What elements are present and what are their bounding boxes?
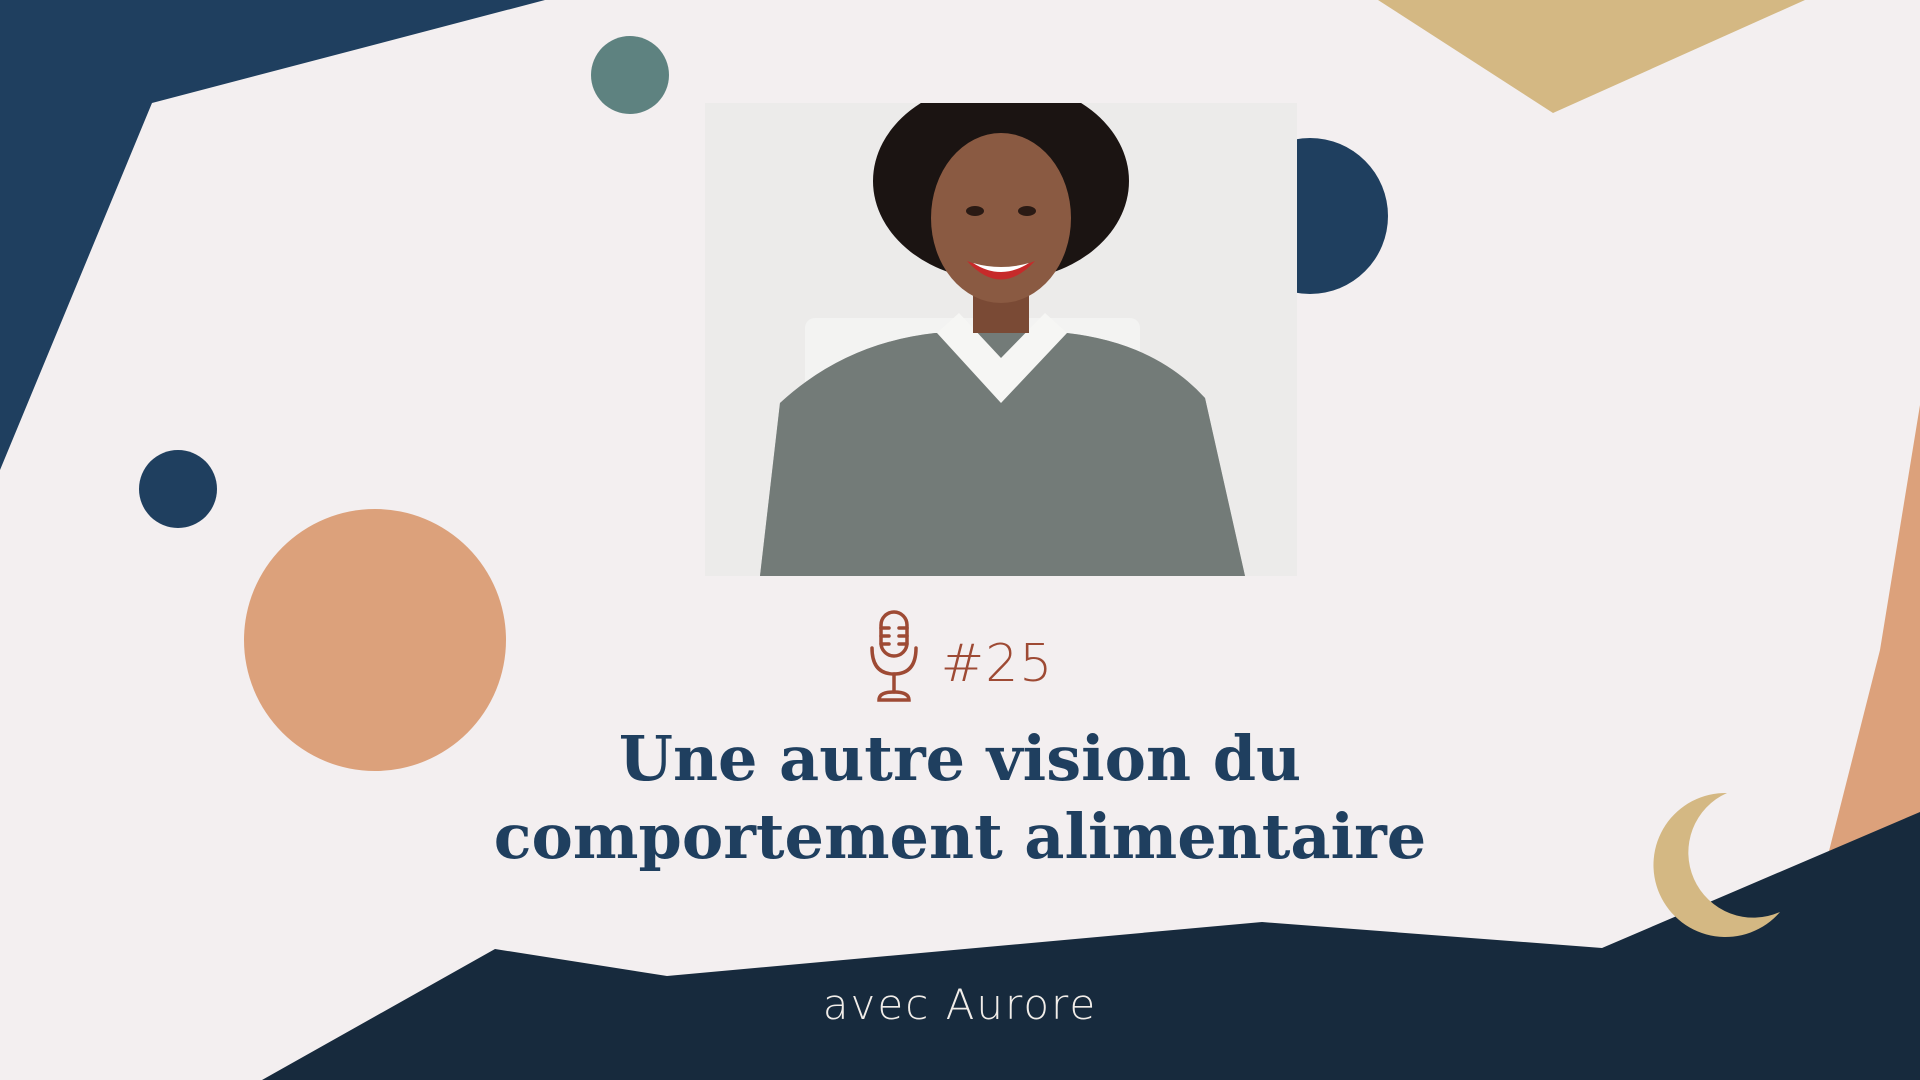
title-line-2: comportement alimentaire xyxy=(493,800,1427,873)
navy-shape-top-left xyxy=(0,0,545,470)
teal-circle xyxy=(591,36,669,114)
title-line-1: Une autre vision du xyxy=(618,722,1302,795)
episode-number: #25 xyxy=(940,634,1054,694)
host-line: avec Aurore xyxy=(822,980,1098,1029)
episode-title: Une autre vision du comportement aliment… xyxy=(0,720,1920,876)
episode-label: #25 xyxy=(0,606,1920,706)
portrait-photo xyxy=(705,103,1297,576)
microphone-icon xyxy=(869,610,918,702)
sand-triangle-top xyxy=(1378,0,1805,113)
navy-circle-small xyxy=(139,450,217,528)
